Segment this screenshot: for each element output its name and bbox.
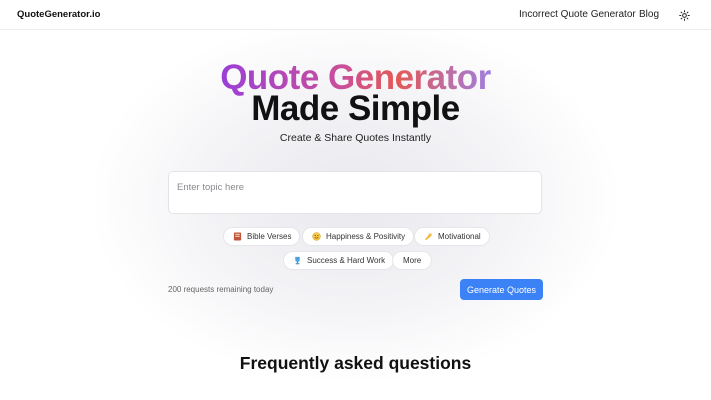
chip-happiness-positivity[interactable]: Happiness & Positivity <box>302 227 415 246</box>
chip-success-hard-work[interactable]: Success & Hard Work <box>283 251 395 270</box>
book-icon <box>232 232 242 242</box>
top-navigation-bar: QuoteGenerator.io Incorrect Quote Genera… <box>0 0 711 30</box>
chip-label: Bible Verses <box>247 232 292 241</box>
chip-more[interactable]: More <box>392 251 433 270</box>
smiley-icon <box>311 232 321 242</box>
nav-link-incorrect-quote-generator[interactable]: Incorrect Quote Generator <box>519 9 636 20</box>
theme-toggle-button[interactable] <box>677 8 691 22</box>
chip-label: Happiness & Positivity <box>326 232 406 241</box>
flexed-arm-icon <box>423 232 433 242</box>
site-logo[interactable]: QuoteGenerator.io <box>17 9 100 20</box>
chip-label: More <box>403 256 422 265</box>
chip-bible-verses[interactable]: Bible Verses <box>223 227 301 246</box>
hero-title: Made Simple <box>251 89 460 128</box>
chip-motivational[interactable]: Motivational <box>414 227 490 246</box>
faq-heading: Frequently asked questions <box>239 353 472 373</box>
topic-input[interactable] <box>168 171 542 214</box>
generate-quotes-button[interactable]: Generate Quotes <box>460 279 543 300</box>
sun-icon <box>678 9 690 21</box>
chip-label: Success & Hard Work <box>307 256 386 265</box>
requests-remaining-text: 200 requests remaining today <box>168 285 274 294</box>
hero-subtitle: Create & Share Quotes Instantly <box>279 132 432 144</box>
nav-link-blog[interactable]: Blog <box>639 9 659 20</box>
chip-label: Motivational <box>438 232 481 241</box>
trophy-icon <box>292 256 302 266</box>
